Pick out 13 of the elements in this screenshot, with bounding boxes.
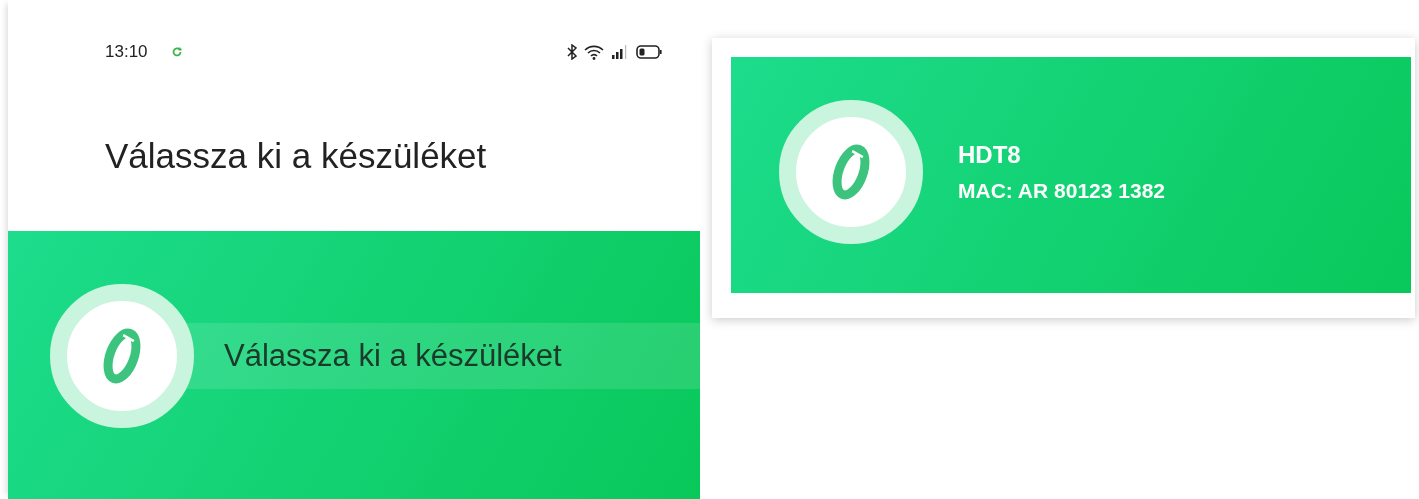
wristband-icon bbox=[102, 326, 142, 386]
device-name: HDT8 bbox=[958, 141, 1022, 169]
banner-text: Válassza ki a készüléket bbox=[224, 338, 562, 374]
wifi-icon bbox=[584, 44, 604, 60]
status-time: 13:10 bbox=[105, 42, 148, 62]
signal-icon bbox=[611, 45, 629, 59]
sync-icon bbox=[170, 46, 183, 58]
device-mac: MAC: AR 80123 1382 bbox=[958, 179, 1165, 203]
device-card[interactable]: HDT8 MAC: AR 80123 1382 bbox=[712, 38, 1415, 318]
page-title: Válassza ki a készüléket bbox=[105, 135, 488, 177]
bluetooth-icon bbox=[567, 44, 577, 60]
battery-icon bbox=[636, 45, 662, 59]
wristband-icon bbox=[831, 142, 871, 202]
